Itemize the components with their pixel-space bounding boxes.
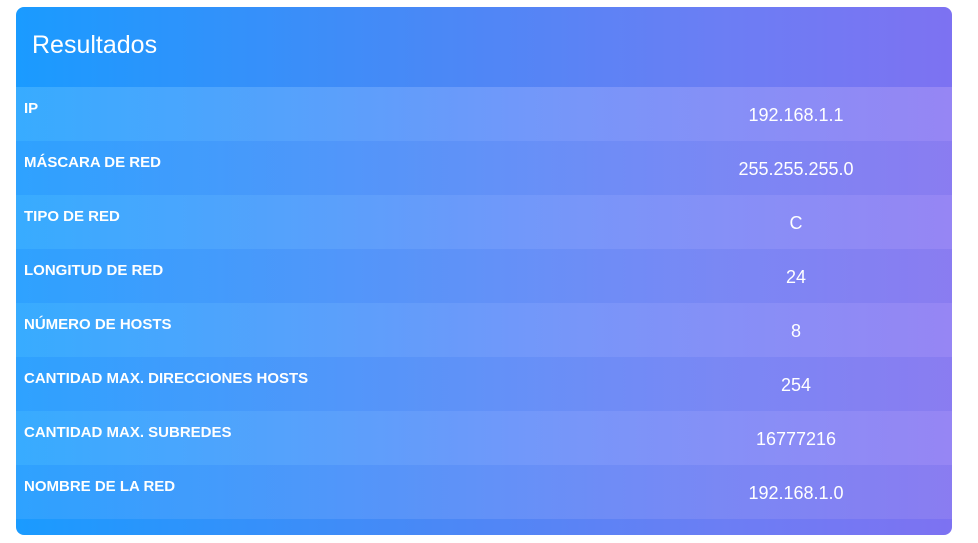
- result-value: 255.255.255.0: [738, 159, 854, 179]
- result-row-max-host-addresses: CANTIDAD MAX. DIRECCIONES HOSTS 254: [16, 357, 952, 411]
- result-row-network-type: TIPO DE RED C: [16, 195, 952, 249]
- result-label: IP: [24, 100, 39, 117]
- result-row-netmask: MÁSCARA DE RED 255.255.255.0: [16, 141, 952, 195]
- card-title: Resultados: [32, 30, 158, 59]
- result-row-network-name: NOMBRE DE LA RED 192.168.1.0: [16, 465, 952, 519]
- result-value: 16777216: [755, 429, 837, 449]
- result-value: C: [789, 213, 803, 233]
- result-label: TIPO DE RED: [24, 208, 120, 225]
- card-header: Resultados: [16, 7, 952, 87]
- result-value: 24: [785, 267, 807, 287]
- result-label: NOMBRE DE LA RED: [24, 478, 176, 495]
- result-value: 254: [780, 375, 812, 395]
- result-row-ip: IP 192.168.1.1: [16, 87, 952, 141]
- result-label: MÁSCARA DE RED: [24, 154, 161, 171]
- result-label: CANTIDAD MAX. SUBREDES: [24, 424, 232, 441]
- result-value: 192.168.1.0: [748, 483, 844, 503]
- card-footer: [16, 519, 952, 535]
- result-label: CANTIDAD MAX. DIRECCIONES HOSTS: [24, 370, 309, 387]
- result-label: LONGITUD DE RED: [24, 262, 164, 279]
- results-card: Resultados IP 192.168.1.1 MÁSCARA DE RED…: [16, 7, 952, 535]
- result-value: 192.168.1.1: [748, 105, 844, 125]
- result-label: NÚMERO DE HOSTS: [24, 316, 172, 333]
- result-row-host-count: NÚMERO DE HOSTS 8: [16, 303, 952, 357]
- result-row-network-length: LONGITUD DE RED 24: [16, 249, 952, 303]
- result-value: 8: [790, 321, 801, 341]
- result-row-max-subnets: CANTIDAD MAX. SUBREDES 16777216: [16, 411, 952, 465]
- results-table: IP 192.168.1.1 MÁSCARA DE RED 255.255.25…: [16, 87, 952, 519]
